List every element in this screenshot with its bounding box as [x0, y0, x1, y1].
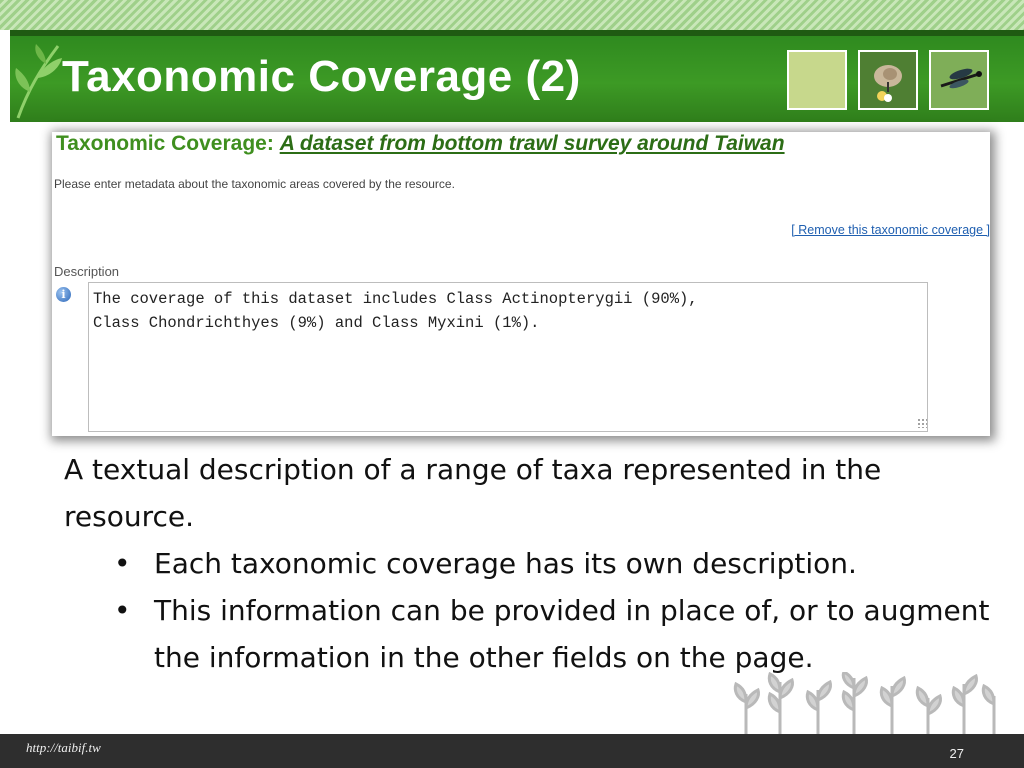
dragonfly-thumbnail [929, 50, 989, 110]
page-number: 27 [949, 746, 964, 761]
slide-title: Taxonomic Coverage (2) [62, 52, 581, 101]
bullet-item: • This information can be provided in pl… [64, 587, 1004, 681]
textarea-resize-handle[interactable] [917, 418, 927, 428]
info-icon[interactable]: i [56, 287, 71, 302]
panel-title: Taxonomic Coverage: A dataset from botto… [56, 132, 785, 156]
bullet-marker: • [114, 547, 131, 580]
remove-taxonomic-coverage-link[interactable]: [ Remove this taxonomic coverage ] [791, 223, 990, 237]
description-textarea[interactable]: The coverage of this dataset includes Cl… [88, 282, 928, 432]
bullet-item: • Each taxonomic coverage has its own de… [64, 540, 1004, 587]
panel-help-text: Please enter metadata about the taxonomi… [54, 177, 455, 191]
footer-bar: http://taibif.tw 27 [0, 734, 1024, 768]
bullet-text: Each taxonomic coverage has its own desc… [154, 547, 857, 580]
dataset-title-link[interactable]: A dataset from bottom trawl survey aroun… [280, 132, 785, 155]
footer-url[interactable]: http://taibif.tw [26, 740, 101, 756]
butterfly-thumbnail [858, 50, 918, 110]
bullet-list: • Each taxonomic coverage has its own de… [64, 540, 1004, 681]
panel-title-prefix: Taxonomic Coverage: [56, 132, 274, 155]
sprout-icon [733, 672, 996, 734]
description-label: Description [54, 264, 120, 279]
dragonfly-icon [931, 52, 987, 108]
taxonomic-coverage-panel: Taxonomic Coverage: A dataset from botto… [52, 132, 990, 436]
bullet-text: This information can be provided in plac… [154, 594, 990, 674]
leaf-icon [15, 44, 62, 119]
intro-paragraph: A textual description of a range of taxa… [64, 453, 882, 533]
top-decorative-stripe [0, 0, 1024, 30]
slide-body: A textual description of a range of taxa… [64, 446, 1004, 681]
butterfly-icon [860, 52, 916, 108]
decorative-thumbnail [787, 50, 847, 110]
bullet-marker: • [114, 594, 131, 627]
